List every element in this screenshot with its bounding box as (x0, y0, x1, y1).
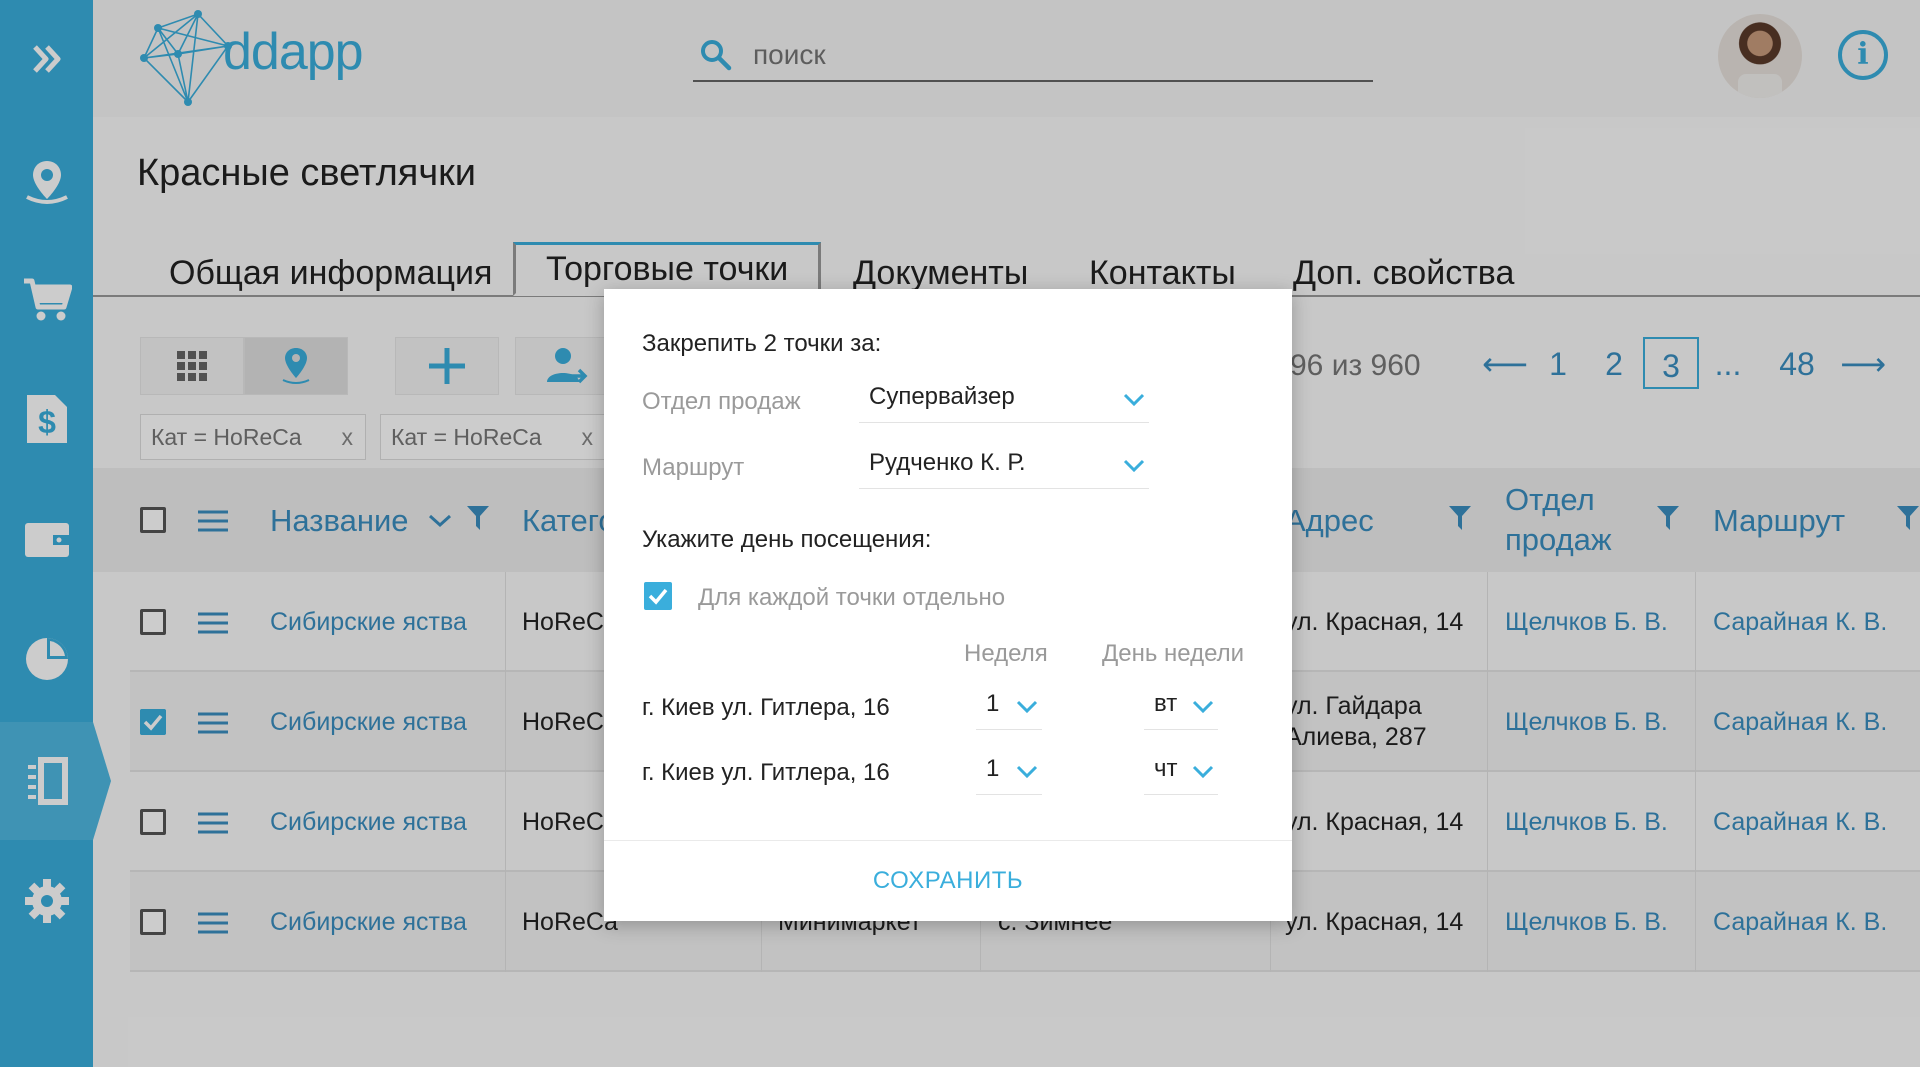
dialog-heading: Закрепить 2 точки за: (642, 330, 882, 357)
assign-points-dialog: Закрепить 2 точки за: Отдел продаж Супер… (604, 289, 1292, 921)
chevron-down-icon (1016, 765, 1038, 779)
each-point-label[interactable]: Для каждой точки отдельно (698, 584, 1005, 612)
chevron-down-icon (1123, 459, 1145, 473)
week-column-header: Неделя (964, 640, 1048, 667)
app-window: $ ddapp i Кра (0, 0, 1920, 1067)
point-address: г. Киев ул. Гитлера, 16 (642, 694, 890, 721)
chevron-down-icon (1123, 393, 1145, 407)
sales-dept-label: Отдел продаж (642, 388, 801, 415)
week-select[interactable]: 1 (976, 747, 1042, 795)
weekday-column-header: День недели (1102, 640, 1245, 667)
each-point-checkbox-checked[interactable] (644, 582, 672, 610)
weekday-select[interactable]: чт (1144, 747, 1218, 795)
visit-day-label: Укажите день посещения: (642, 526, 932, 553)
weekday-value: вт (1154, 690, 1178, 717)
route-value: Рудченко К. Р. (869, 449, 1026, 476)
week-select[interactable]: 1 (976, 682, 1042, 730)
route-label: Маршрут (642, 454, 745, 481)
sales-dept-value: Супервайзер (869, 383, 1015, 410)
week-value: 1 (986, 690, 1000, 717)
chevron-down-icon (1016, 700, 1038, 714)
modal-backdrop (0, 0, 93, 1067)
point-address: г. Киев ул. Гитлера, 16 (642, 759, 890, 786)
sales-dept-select[interactable]: Супервайзер (859, 375, 1149, 423)
route-select[interactable]: Рудченко К. Р. (859, 441, 1149, 489)
weekday-value: чт (1154, 755, 1178, 782)
weekday-select[interactable]: вт (1144, 682, 1218, 730)
chevron-down-icon (1192, 765, 1214, 779)
week-value: 1 (986, 755, 1000, 782)
chevron-down-icon (1192, 700, 1214, 714)
save-button[interactable]: СОХРАНИТЬ (604, 841, 1292, 921)
